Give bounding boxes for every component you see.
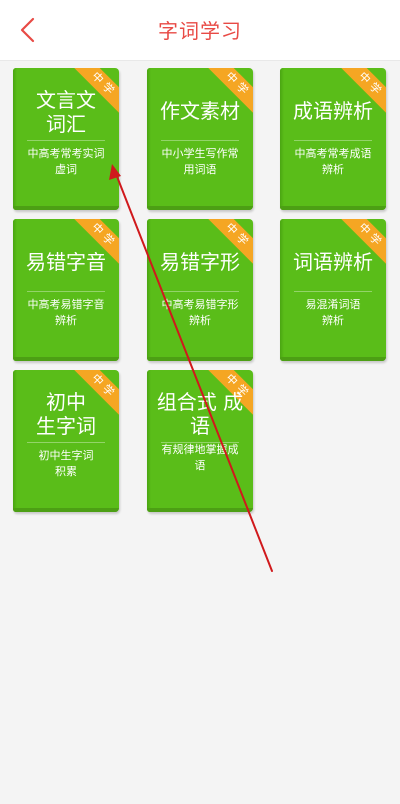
book-desc-line: 辨析 (322, 163, 344, 176)
book-spine (13, 219, 17, 361)
book-card-char-pronunciation[interactable]: 中学 易错字音 中高考易错字音 辨析 (13, 219, 119, 361)
book-title-line: 易错字音 (26, 250, 106, 274)
book-card-composition-material[interactable]: 中学 作文素材 中小学生写作常 用词语 (147, 68, 253, 210)
book-title-line: 语 (190, 414, 210, 438)
book-spine (147, 219, 151, 361)
book-card-idiom-analysis[interactable]: 中学 成语辨析 中高考常考成语 辨析 (280, 68, 386, 210)
book-spine (147, 68, 151, 210)
book-desc-line: 中小学生写作常 (161, 147, 239, 160)
book-pages (147, 508, 253, 512)
book-desc-line: 辨析 (55, 314, 77, 327)
book-title-line: 易错字形 (160, 250, 240, 274)
book-card-combo-idioms[interactable]: 中学 组合式 成 语 有规律地掌握成 语 (147, 370, 253, 512)
book-pages (13, 508, 119, 512)
divider (161, 140, 239, 141)
book-desc-line: 辨析 (322, 314, 344, 327)
book-pages (13, 357, 119, 361)
book-desc-line: 用词语 (183, 163, 217, 176)
book-spine (147, 370, 151, 512)
page: 字词学习 中学 文言文 词汇 中高考常考实词 虚词 中学 作文素材 中小学生写作… (0, 0, 400, 804)
book-title-line: 初中 (46, 390, 86, 414)
book-title-line: 作文素材 (160, 99, 240, 123)
book-spine (13, 68, 17, 210)
book-pages (147, 206, 253, 210)
book-pages (13, 206, 119, 210)
book-title-line: 成语辨析 (293, 99, 373, 123)
book-title-line: 文言文 (36, 88, 96, 112)
divider (27, 140, 105, 141)
book-card-word-analysis[interactable]: 中学 词语辨析 易混淆词语 辨析 (280, 219, 386, 361)
book-desc-line: 中高考易错字音 (27, 298, 105, 311)
divider (27, 291, 105, 292)
book-pages (147, 357, 253, 361)
book-desc-line: 易混淆词语 (305, 298, 361, 311)
book-pages (280, 357, 386, 361)
book-title-line: 词汇 (46, 112, 86, 136)
book-card-classical-vocab[interactable]: 中学 文言文 词汇 中高考常考实词 虚词 (13, 68, 119, 210)
book-spine (280, 219, 284, 361)
book-spine (280, 68, 284, 210)
top-bar: 字词学习 (0, 0, 400, 61)
page-title: 字词学习 (158, 19, 242, 43)
book-spine (13, 370, 17, 512)
book-title-line: 词语辨析 (293, 250, 373, 274)
book-card-char-form[interactable]: 中学 易错字形 中高考易错字形 辨析 (147, 219, 253, 361)
divider (294, 291, 372, 292)
divider (161, 291, 239, 292)
book-title-line: 组合式 成 (156, 390, 244, 414)
book-desc-line: 辨析 (189, 314, 211, 327)
book-desc-line: 虚词 (55, 163, 77, 176)
book-title-line: 生字词 (36, 414, 96, 438)
book-desc-line: 中高考易错字形 (161, 298, 239, 311)
divider (294, 140, 372, 141)
book-desc-line: 初中生字词 (38, 449, 94, 462)
book-desc-line: 中高考常考实词 (27, 147, 105, 160)
book-desc-line: 中高考常考成语 (294, 147, 372, 160)
book-desc-line: 语 (194, 459, 206, 472)
book-card-junior-words[interactable]: 中学 初中 生字词 初中生字词 积累 (13, 370, 119, 512)
book-desc-line: 有规律地掌握成 (161, 443, 239, 456)
book-pages (280, 206, 386, 210)
divider (27, 442, 105, 443)
book-desc-line: 积累 (55, 465, 77, 478)
